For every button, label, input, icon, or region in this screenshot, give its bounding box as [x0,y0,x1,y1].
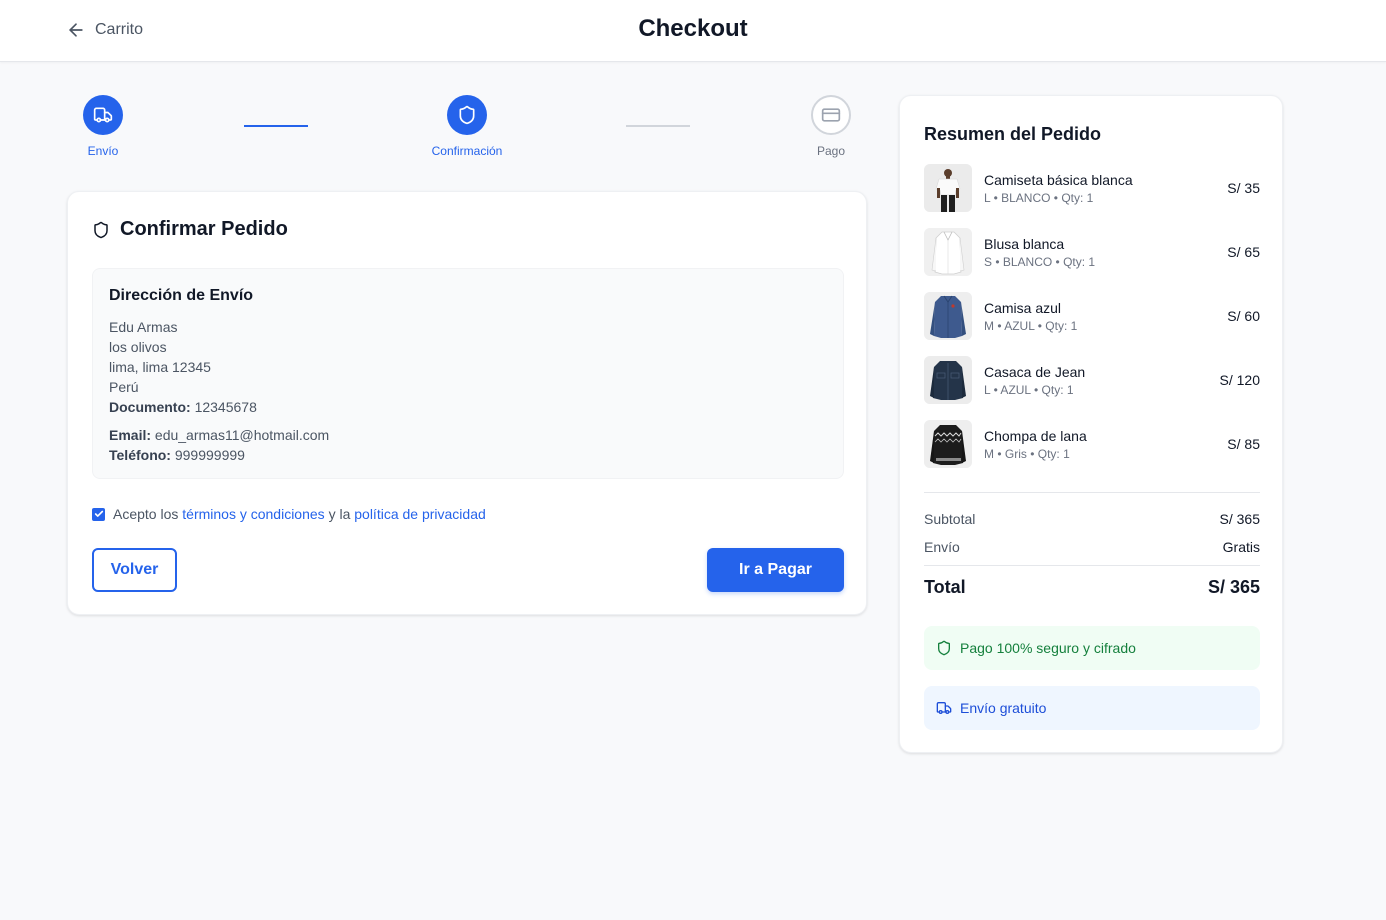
subtotal-label: Subtotal [924,511,976,527]
order-summary-card: Resumen del Pedido Camiseta básica blanc… [899,95,1283,753]
terms-text: Acepto los términos y condiciones y la p… [113,506,486,522]
confirm-order-title: Confirmar Pedido [120,218,288,240]
address-phone: Teléfono: 999999999 [109,445,827,465]
step-payment-label: Pago [816,144,846,158]
summary-divider [924,492,1260,493]
step-connector-2 [626,125,690,127]
summary-item: Camiseta básica blanca L • BLANCO • Qty:… [924,164,1260,212]
privacy-link[interactable]: política de privacidad [354,506,486,522]
item-price: S/ 65 [1227,244,1260,260]
truck-icon [936,702,952,714]
free-shipping-text: Envío gratuito [960,700,1047,716]
summary-item: Casaca de Jean L • AZUL • Qty: 1 S/ 120 [924,356,1260,404]
order-summary-title: Resumen del Pedido [924,124,1102,144]
shipping-value: Gratis [1222,539,1260,555]
free-shipping-badge: Envío gratuito [924,686,1260,730]
address-street: los olivos [109,339,167,355]
shield-icon [938,640,950,656]
item-meta: L • BLANCO • Qty: 1 [984,191,1094,205]
product-thumbnail [924,164,972,212]
phone-value: 999999999 [174,447,245,463]
address-name: Edu Armas [109,319,178,335]
summary-divider [924,565,1260,566]
item-price: S/ 85 [1227,436,1260,452]
step-payment-circle [811,95,851,135]
terms-prefix: Acepto los [113,506,179,522]
step-confirmation-label: Confirmación [431,144,503,158]
product-thumbnail [924,228,972,276]
item-name: Blusa blanca [984,236,1065,252]
item-name: Casaca de Jean [984,364,1086,380]
shield-icon [94,221,108,238]
back-button[interactable]: Volver [92,548,177,592]
address-city: lima, lima 12345 [109,359,211,375]
terms-checkbox[interactable] [92,507,105,521]
product-thumbnail [924,292,972,340]
secure-payment-badge: Pago 100% seguro y cifrado [924,626,1260,670]
item-name: Camiseta básica blanca [984,172,1133,188]
address-country: Perú [109,379,139,395]
total-value: S/ 365 [1207,577,1260,597]
step-confirmation-circle [447,95,487,135]
step-shipping: Envío [53,95,153,158]
summary-item: Chompa de lana M • Gris • Qty: 1 S/ 85 [924,420,1260,468]
item-meta: M • AZUL • Qty: 1 [984,319,1078,333]
shipping-row: Envío Gratis [924,539,1260,555]
subtotal-row: Subtotal S/ 365 [924,511,1260,527]
item-meta: L • AZUL • Qty: 1 [984,383,1074,397]
step-shipping-circle [83,95,123,135]
shield-icon [459,105,475,125]
address-document: Documento: 12345678 [109,397,827,417]
subtotal-value: S/ 365 [1219,511,1260,527]
page-title: Checkout [638,15,748,42]
address-email: Email: edu_armas11@hotmail.com [109,425,827,445]
document-label: Documento: [109,399,191,415]
product-thumbnail [924,356,972,404]
confirm-order-card: Confirmar Pedido Dirección de Envío Edu … [67,191,867,615]
item-meta: M • Gris • Qty: 1 [984,447,1070,461]
confirm-order-heading: Confirmar Pedido [92,218,288,241]
item-price: S/ 35 [1227,180,1260,196]
shipping-address-heading: Dirección de Envío [109,287,254,304]
shipping-label: Envío [924,539,960,555]
terms-middle: y la [328,506,351,522]
total-row: Total S/ 365 [924,577,1260,598]
document-value: 12345678 [194,399,257,415]
item-meta: S • BLANCO • Qty: 1 [984,255,1096,269]
item-price: S/ 120 [1219,372,1260,388]
summary-item: Blusa blanca S • BLANCO • Qty: 1 S/ 65 [924,228,1260,276]
go-to-pay-button[interactable]: Ir a Pagar [707,548,844,592]
summary-item: Camisa azul M • AZUL • Qty: 1 S/ 60 [924,292,1260,340]
item-name: Camisa azul [984,300,1062,316]
truck-icon [93,107,113,123]
check-icon [94,510,103,517]
header: Carrito Checkout [0,0,1386,62]
secure-payment-text: Pago 100% seguro y cifrado [960,640,1136,656]
terms-row: Acepto los términos y condiciones y la p… [92,506,486,522]
step-payment: Pago [781,95,881,158]
step-shipping-label: Envío [87,144,119,158]
shipping-address-box: Dirección de Envío Edu Armas los olivos … [92,268,844,479]
step-confirmation: Confirmación [417,95,517,158]
terms-link[interactable]: términos y condiciones [182,506,324,522]
email-label: Email: [109,427,152,443]
item-name: Chompa de lana [984,428,1087,444]
total-label: Total [924,577,966,597]
step-connector-1 [244,125,308,127]
email-value: edu_armas11@hotmail.com [154,427,330,443]
credit-card-icon [821,108,841,122]
phone-label: Teléfono: [109,447,171,463]
item-price: S/ 60 [1227,308,1260,324]
product-thumbnail [924,420,972,468]
